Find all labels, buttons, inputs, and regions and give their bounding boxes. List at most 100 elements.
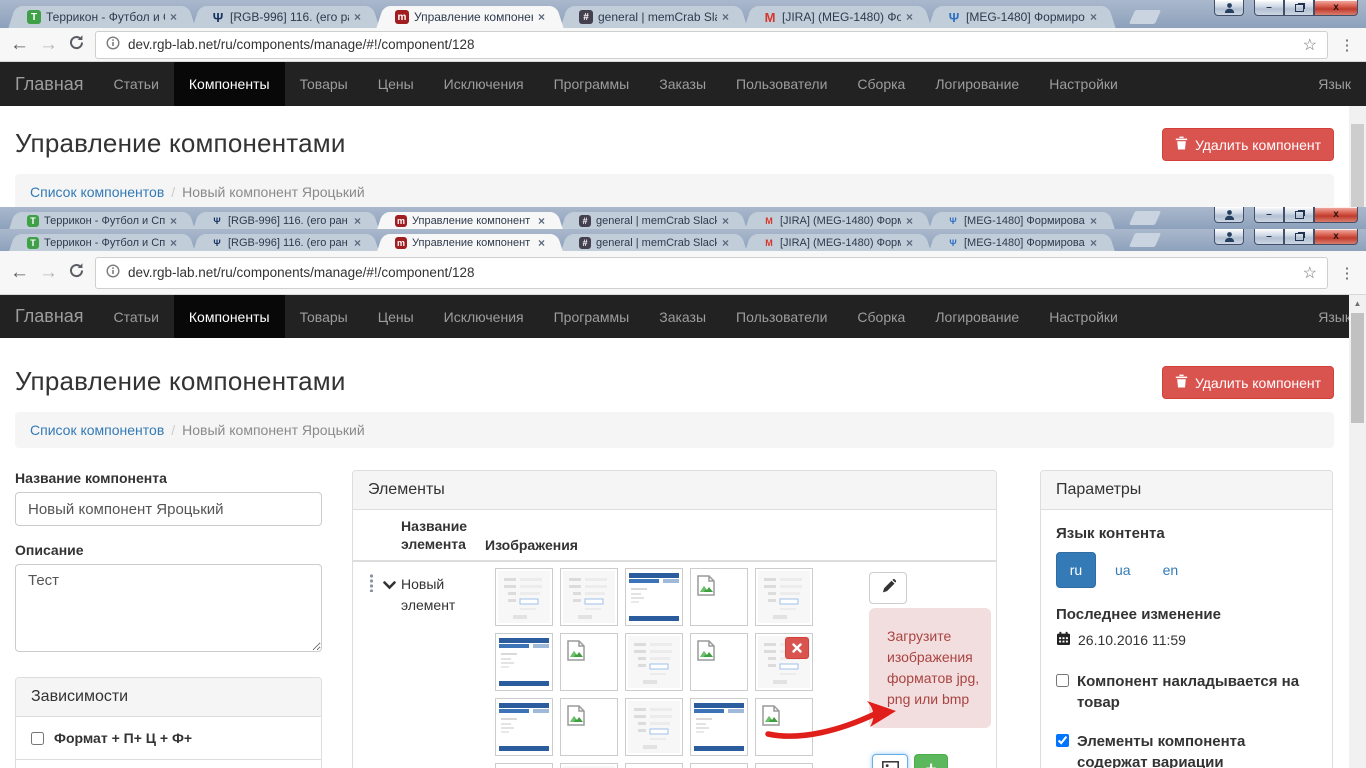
component-name-input[interactable]	[15, 492, 322, 526]
delete-component-button[interactable]: Удалить компонент	[1162, 128, 1334, 161]
browser-tab[interactable]: Ψ[MEG-1480] Формирова×	[938, 6, 1106, 28]
nav-item-сборка[interactable]: Сборка	[842, 62, 920, 106]
scrollbar-thumb[interactable]	[1351, 313, 1364, 423]
minimize-button-icon[interactable]: –	[1254, 0, 1284, 16]
close-button-icon[interactable]: x	[1314, 229, 1358, 245]
tab-close-icon[interactable]: ×	[170, 237, 177, 249]
image-thumbnail-placeholder[interactable]	[690, 763, 748, 768]
tab-close-icon[interactable]: ×	[538, 215, 545, 227]
image-thumbnail-form[interactable]	[625, 698, 683, 756]
nav-item-заказы[interactable]: Заказы	[644, 295, 721, 338]
scrollbar-top-segment[interactable]	[1349, 106, 1366, 207]
nav-item-товары[interactable]: Товары	[285, 295, 363, 338]
forward-icon[interactable]: →	[39, 263, 58, 282]
nav-item-исключения[interactable]: Исключения	[429, 62, 539, 106]
image-thumbnail-blueshot[interactable]	[495, 633, 553, 691]
browser-tab[interactable]: TТеррикон - Футбол и Сп×	[18, 234, 186, 251]
image-thumbnail-placeholder[interactable]	[560, 698, 618, 756]
nav-item-цены[interactable]: Цены	[363, 295, 429, 338]
image-thumbnail-toolbarshot[interactable]	[755, 763, 813, 768]
nav-item-цены[interactable]: Цены	[363, 62, 429, 106]
language-button-ru[interactable]: ru	[1056, 552, 1096, 588]
browser-tab[interactable]: #general | memCrab Slack×	[570, 212, 738, 229]
restore-button-icon[interactable]	[1284, 207, 1314, 223]
tab-close-icon[interactable]: ×	[722, 237, 729, 249]
parameter-checkbox[interactable]	[1056, 734, 1069, 747]
language-button-en[interactable]: en	[1150, 552, 1192, 588]
tab-close-icon[interactable]: ×	[1090, 11, 1097, 23]
browser-tab[interactable]: Ψ[RGB-996] 116. (его ран×	[202, 234, 370, 251]
tab-close-icon[interactable]: ×	[906, 215, 913, 227]
image-thumbnail-placeholder[interactable]	[560, 633, 618, 691]
edit-element-button[interactable]	[869, 572, 907, 604]
nav-item-пользователи[interactable]: Пользователи	[721, 295, 842, 338]
description-textarea[interactable]: Тест	[15, 564, 322, 652]
language-button-ua[interactable]: ua	[1102, 552, 1144, 588]
delete-image-button[interactable]	[785, 637, 809, 659]
image-thumbnail-form-x[interactable]	[755, 633, 813, 691]
tab-close-icon[interactable]: ×	[1090, 237, 1097, 249]
browser-tab[interactable]: M[JIRA] (MEG-1480) Форм×	[754, 212, 922, 229]
tab-close-icon[interactable]: ×	[170, 215, 177, 227]
image-thumbnail-blueshot[interactable]	[625, 763, 683, 768]
parameter-checkbox-item[interactable]: Компонент накладывается на товар	[1056, 671, 1317, 713]
breadcrumb-link[interactable]: Список компонентов	[30, 422, 164, 438]
nav-item-статьи[interactable]: Статьи	[99, 295, 174, 338]
image-thumbnail-form[interactable]	[625, 633, 683, 691]
back-icon[interactable]: ←	[10, 35, 29, 54]
scrollbar[interactable]: ▲	[1349, 295, 1366, 768]
bookmark-star-icon[interactable]: ☆	[1303, 263, 1317, 283]
tab-close-icon[interactable]: ×	[538, 237, 545, 249]
dependency-item[interactable]: Формат + П+ Ц + Ф+	[16, 717, 321, 760]
tab-close-icon[interactable]: ×	[354, 215, 361, 227]
image-thumbnail-form[interactable]	[495, 568, 553, 626]
browser-tab[interactable]: M[JIRA] (MEG-1480) Форм×	[754, 234, 922, 251]
nav-item-сборка[interactable]: Сборка	[842, 295, 920, 338]
nav-item-логирование[interactable]: Логирование	[920, 295, 1034, 338]
tab-close-icon[interactable]: ×	[1090, 215, 1097, 227]
nav-item-компоненты[interactable]: Компоненты	[174, 62, 285, 106]
add-element-button[interactable]: +	[914, 754, 948, 768]
scrollbar-up-arrow[interactable]: ▲	[1349, 295, 1366, 311]
chevron-down-icon[interactable]	[383, 577, 396, 595]
dependency-item[interactable]: Форзац (дизайнерский картон) + П+	[16, 760, 321, 768]
browser-tab[interactable]: TТеррикон - Футбол и Сп×	[18, 212, 186, 229]
tab-close-icon[interactable]: ×	[170, 11, 177, 23]
browser-tab[interactable]: #general | memCrab Slack×	[570, 6, 738, 28]
image-thumbnail-form[interactable]	[560, 568, 618, 626]
tab-close-icon[interactable]: ×	[722, 215, 729, 227]
parameter-checkbox-item[interactable]: Элементы компонента содержат вариации	[1056, 731, 1317, 768]
close-button-icon[interactable]: x	[1314, 207, 1358, 223]
nav-item-заказы[interactable]: Заказы	[644, 62, 721, 106]
image-thumbnail-blueshot[interactable]	[625, 568, 683, 626]
image-thumbnail-blueshot[interactable]	[495, 698, 553, 756]
nav-item-исключения[interactable]: Исключения	[429, 295, 539, 338]
nav-brand[interactable]: Главная	[0, 62, 99, 106]
url-omnibox[interactable]: dev.rgb-lab.net/ru/components/manage/#!/…	[95, 257, 1328, 289]
delete-component-button[interactable]: Удалить компонент	[1162, 366, 1334, 399]
browser-tab[interactable]: mУправление компонент×	[386, 234, 554, 251]
dependency-checkbox[interactable]	[31, 732, 44, 745]
nav-brand[interactable]: Главная	[0, 295, 99, 338]
browser-tab[interactable]: Ψ[RGB-996] 116. (его ран×	[202, 6, 370, 28]
nav-item-программы[interactable]: Программы	[539, 295, 645, 338]
image-thumbnail-blueshot[interactable]	[690, 698, 748, 756]
restore-button-icon[interactable]	[1284, 0, 1314, 16]
tab-close-icon[interactable]: ×	[354, 11, 361, 23]
forward-icon[interactable]: →	[39, 35, 58, 54]
browser-tab[interactable]: Ψ[RGB-996] 116. (его ран×	[202, 212, 370, 229]
bookmark-star-icon[interactable]: ☆	[1303, 35, 1317, 55]
upload-image-button[interactable]	[872, 754, 908, 768]
nav-item-программы[interactable]: Программы	[539, 62, 645, 106]
profile-button[interactable]	[1214, 229, 1244, 245]
tab-close-icon[interactable]: ×	[906, 11, 913, 23]
drag-handle-icon[interactable]	[369, 574, 374, 597]
browser-tab[interactable]: mУправление компонент×	[386, 6, 554, 28]
scrollbar-thumb[interactable]	[1351, 124, 1364, 207]
browser-tab[interactable]: Ψ[MEG-1480] Формирова×	[938, 234, 1106, 251]
image-thumbnail-form[interactable]	[560, 763, 618, 768]
nav-item-логирование[interactable]: Логирование	[920, 62, 1034, 106]
profile-button[interactable]	[1214, 0, 1244, 16]
new-tab-button[interactable]	[1129, 233, 1161, 247]
profile-button[interactable]	[1214, 207, 1244, 223]
